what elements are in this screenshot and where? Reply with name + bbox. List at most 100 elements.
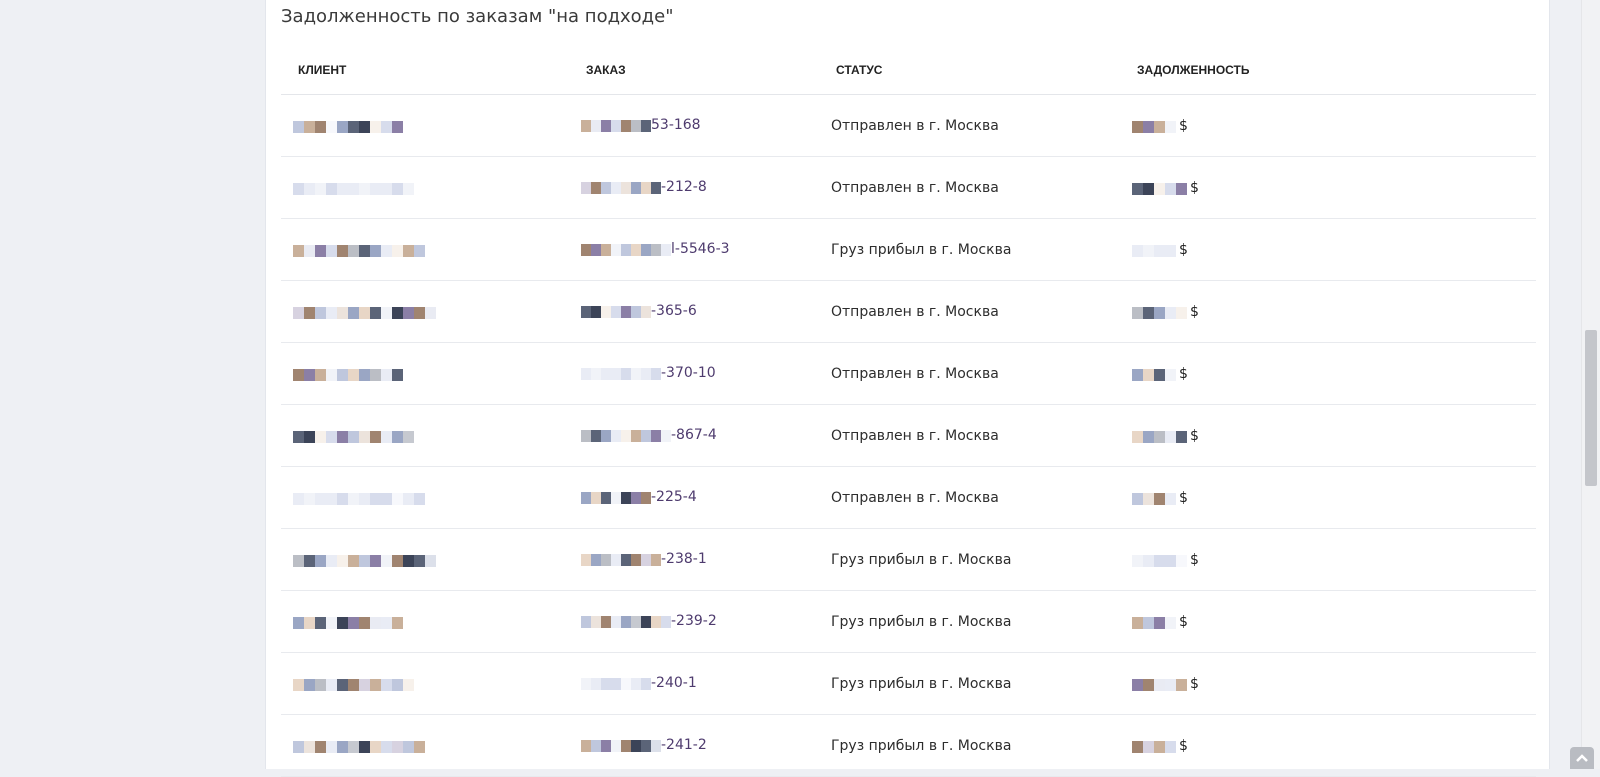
order-cell: -370-10 (576, 342, 829, 405)
order-link[interactable]: -867-4 (581, 427, 717, 443)
order-cell: -365-6 (576, 280, 829, 343)
currency-symbol: $ (1190, 179, 1199, 196)
status-cell: Груз прибыл в г. Москва (829, 218, 1130, 281)
status-cell: Груз прибыл в г. Москва (829, 590, 1130, 653)
client-cell (281, 528, 576, 591)
vertical-scrollbar[interactable] (1581, 0, 1600, 769)
column-header-client: КЛИЕНТ (281, 46, 576, 95)
client-name-redacted (293, 615, 403, 629)
order-number-suffix: -241-2 (661, 737, 707, 753)
debt-cell: $ (1130, 94, 1536, 157)
table-row: -240-1 Груз прибыл в г. Москва $ (281, 652, 1536, 715)
currency-symbol: $ (1190, 303, 1199, 320)
column-header-status: СТАТУС (829, 46, 1130, 95)
debt-amount-redacted (1132, 615, 1176, 629)
column-header-debt: ЗАДОЛЖЕННОСТЬ (1130, 46, 1536, 95)
status-cell: Отправлен в г. Москва (829, 280, 1130, 343)
currency-symbol: $ (1190, 551, 1199, 568)
client-name-redacted (293, 491, 425, 505)
order-number-redacted (581, 304, 651, 318)
chevron-up-icon (1576, 754, 1588, 762)
order-link[interactable]: -365-6 (581, 303, 697, 319)
debt-amount-redacted (1132, 305, 1187, 319)
debt-table: КЛИЕНТ ЗАКАЗ СТАТУС ЗАДОЛЖЕННОСТЬ 53-168… (281, 46, 1536, 777)
client-cell (281, 714, 576, 777)
client-name-redacted (293, 553, 436, 567)
order-number-suffix: -238-1 (661, 551, 707, 567)
currency-symbol: $ (1179, 489, 1188, 506)
order-number-suffix: -365-6 (651, 303, 697, 319)
order-number-redacted (581, 242, 671, 256)
client-cell (281, 404, 576, 467)
order-number-suffix: -225-4 (651, 489, 697, 505)
currency-symbol: $ (1179, 117, 1188, 134)
order-link[interactable]: -239-2 (581, 613, 717, 629)
client-name-redacted (293, 181, 414, 195)
order-number-suffix: -212-8 (661, 179, 707, 195)
order-number-redacted (581, 366, 661, 380)
order-cell: 53-168 (576, 94, 829, 157)
order-cell: -238-1 (576, 528, 829, 591)
table-row: -225-4 Отправлен в г. Москва $ (281, 466, 1536, 529)
status-cell: Отправлен в г. Москва (829, 156, 1130, 219)
client-cell (281, 280, 576, 343)
client-name-redacted (293, 119, 403, 133)
scrollbar-thumb[interactable] (1585, 330, 1597, 486)
debt-cell: $ (1130, 528, 1536, 591)
debt-amount-redacted (1132, 429, 1187, 443)
order-link[interactable]: -240-1 (581, 675, 697, 691)
order-link[interactable]: 53-168 (581, 117, 701, 133)
client-name-redacted (293, 677, 414, 691)
table-row: 53-168 Отправлен в г. Москва $ (281, 94, 1536, 157)
order-cell: -867-4 (576, 404, 829, 467)
table-row: -365-6 Отправлен в г. Москва $ (281, 280, 1536, 343)
table-header-row: КЛИЕНТ ЗАКАЗ СТАТУС ЗАДОЛЖЕННОСТЬ (281, 46, 1536, 95)
currency-symbol: $ (1190, 675, 1199, 692)
table-row: -370-10 Отправлен в г. Москва $ (281, 342, 1536, 405)
page-title: Задолженность по заказам "на подходе" (281, 6, 674, 27)
order-cell: -239-2 (576, 590, 829, 653)
client-name-redacted (293, 739, 425, 753)
client-cell (281, 652, 576, 715)
debt-amount-redacted (1132, 181, 1187, 195)
debt-amount-redacted (1132, 243, 1176, 257)
order-link[interactable]: -212-8 (581, 179, 707, 195)
currency-symbol: $ (1179, 241, 1188, 258)
status-cell: Отправлен в г. Москва (829, 94, 1130, 157)
scroll-to-top-button[interactable] (1570, 747, 1594, 769)
order-cell: -212-8 (576, 156, 829, 219)
order-link[interactable]: -241-2 (581, 737, 707, 753)
order-link[interactable]: -238-1 (581, 551, 707, 567)
order-number-redacted (581, 614, 671, 628)
order-link[interactable]: -370-10 (581, 365, 716, 381)
table-row: -239-2 Груз прибыл в г. Москва $ (281, 590, 1536, 653)
order-link[interactable]: l-5546-3 (581, 241, 730, 257)
debt-cell: $ (1130, 466, 1536, 529)
client-cell (281, 590, 576, 653)
debt-amount-redacted (1132, 491, 1176, 505)
table-body: 53-168 Отправлен в г. Москва $ -212-8 Отправ… (281, 94, 1536, 777)
status-cell: Груз прибыл в г. Москва (829, 714, 1130, 777)
order-link[interactable]: -225-4 (581, 489, 697, 505)
debt-cell: $ (1130, 218, 1536, 281)
table-row: l-5546-3 Груз прибыл в г. Москва $ (281, 218, 1536, 281)
order-number-redacted (581, 552, 661, 566)
debt-amount-redacted (1132, 119, 1176, 133)
table-row: -241-2 Груз прибыл в г. Москва $ (281, 714, 1536, 777)
order-number-redacted (581, 118, 651, 132)
debt-amount-redacted (1132, 367, 1176, 381)
order-number-redacted (581, 428, 671, 442)
order-number-redacted (581, 738, 661, 752)
order-number-redacted (581, 490, 651, 504)
status-cell: Груз прибыл в г. Москва (829, 528, 1130, 591)
currency-symbol: $ (1179, 365, 1188, 382)
order-number-suffix: -239-2 (671, 613, 717, 629)
table-row: -212-8 Отправлен в г. Москва $ (281, 156, 1536, 219)
order-cell: l-5546-3 (576, 218, 829, 281)
order-number-suffix: -240-1 (651, 675, 697, 691)
order-cell: -241-2 (576, 714, 829, 777)
debt-cell: $ (1130, 342, 1536, 405)
order-number-suffix: 53-168 (651, 117, 701, 133)
table-row: -238-1 Груз прибыл в г. Москва $ (281, 528, 1536, 591)
client-name-redacted (293, 429, 414, 443)
